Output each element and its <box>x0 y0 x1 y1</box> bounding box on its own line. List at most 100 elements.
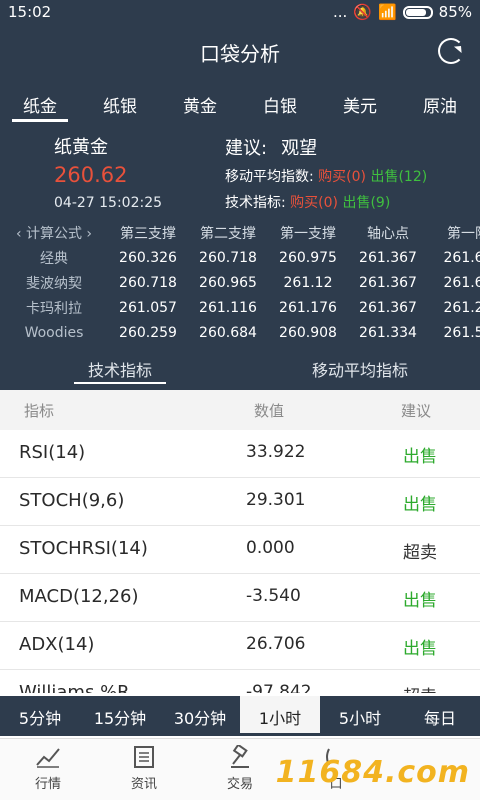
pivot-cell: 261.62 <box>443 249 480 266</box>
pivot-cell: 261.61 <box>443 274 480 291</box>
indicator-name: STOCH(9,6) <box>19 490 125 511</box>
period-1hour[interactable]: 1小时 <box>240 696 320 736</box>
pivot-row: 卡玛利拉 261.057 261.116 261.176 261.367 261… <box>0 295 480 320</box>
list-item[interactable]: RSI(14) 33.922 出售 <box>0 430 480 478</box>
nav-market-label: 行情 <box>34 777 61 792</box>
tab-technical[interactable]: 技术指标 <box>0 350 240 386</box>
status-time: 15:02 <box>8 3 52 21</box>
nav-trade-label: 交易 <box>226 777 253 792</box>
nav-market[interactable]: 行情 <box>0 739 96 800</box>
ma-summary: 移动平均指数: 购买(0) 出售(12) <box>225 166 427 186</box>
pivot-row: Woodies 260.259 260.684 260.908 261.334 … <box>0 320 480 345</box>
chart-line-icon <box>36 748 60 768</box>
nav-trade[interactable]: 交易 <box>192 739 288 800</box>
advice: 建议: 观望 <box>225 134 317 160</box>
pivot-cell: 261.29 <box>443 299 480 316</box>
pivot-table: ‹ 计算公式 › 第三支撑 第二支撑 第一支撑 轴心点 第一阻 经典 260.3… <box>0 220 480 345</box>
col-advice: 建议 <box>401 402 432 420</box>
pivot-cell: 260.684 <box>199 324 257 341</box>
pivot-cell: 261.367 <box>359 274 417 291</box>
watermark-logo: 11684.com <box>275 755 470 790</box>
col-value: 数值 <box>254 402 285 420</box>
pivot-row-label: 斐波纳契 <box>26 275 82 292</box>
tab-paper-silver[interactable]: 纸银 <box>80 86 160 122</box>
advice-label: 建议: <box>225 138 268 159</box>
formula-selector[interactable]: ‹ 计算公式 › <box>0 223 108 243</box>
header-panel: 15:02 ... 🔕 📶 85% 口袋分析 纸金 纸银 黄金 白银 美元 原油… <box>0 0 480 390</box>
list-item[interactable]: ADX(14) 26.706 出售 <box>0 622 480 670</box>
pivot-cell: 260.965 <box>199 274 257 291</box>
tab-crude[interactable]: 原油 <box>400 86 480 122</box>
page-title: 口袋分析 <box>200 42 280 66</box>
newspaper-icon <box>134 746 154 768</box>
pivot-col-header: 第二支撑 <box>200 225 256 242</box>
indicator-advice: 超卖 <box>403 543 437 563</box>
pivot-row-label: 经典 <box>40 250 68 267</box>
ma-buy: 购买(0) <box>318 169 367 185</box>
tech-sell: 出售(9) <box>342 195 391 211</box>
pivot-cell: 261.367 <box>359 299 417 316</box>
indicator-advice: 超卖 <box>403 682 437 693</box>
wifi-icon: 📶 <box>377 3 397 21</box>
pivot-cell: 261.334 <box>359 324 417 341</box>
indicator-list[interactable]: RSI(14) 33.922 出售 STOCH(9,6) 29.301 出售 S… <box>0 430 480 693</box>
list-item[interactable]: STOCHRSI(14) 0.000 超卖 <box>0 526 480 574</box>
pivot-row: 经典 260.326 260.718 260.975 261.367 261.6… <box>0 245 480 270</box>
pivot-cell: 261.116 <box>199 299 257 316</box>
advice-value: 观望 <box>281 138 318 159</box>
instrument-name: 纸黄金 <box>54 137 108 158</box>
tab-usd[interactable]: 美元 <box>320 86 400 122</box>
status-bar: 15:02 ... 🔕 📶 85% <box>0 0 480 26</box>
indicator-name: Williams %R <box>19 682 130 693</box>
ma-sell: 出售(12) <box>370 169 428 185</box>
indicator-value: 0.000 <box>246 538 295 558</box>
period-5min[interactable]: 5分钟 <box>0 696 80 736</box>
indicator-value: 26.706 <box>246 634 306 654</box>
period-15min[interactable]: 15分钟 <box>80 696 160 736</box>
mute-icon: 🔕 <box>353 3 372 21</box>
indicator-name: ADX(14) <box>19 634 95 655</box>
indicator-advice: 出售 <box>403 591 437 611</box>
more-dots-icon: ... <box>332 3 348 21</box>
period-daily[interactable]: 每日 <box>400 696 480 736</box>
pivot-cell: 261.55 <box>443 324 480 341</box>
gavel-icon <box>231 745 249 768</box>
pivot-row-label: Woodies <box>24 324 84 341</box>
tab-silver[interactable]: 白银 <box>240 86 320 122</box>
pivot-col-header: 轴心点 <box>367 225 409 242</box>
pivot-header: ‹ 计算公式 › 第三支撑 第二支撑 第一支撑 轴心点 第一阻 <box>0 220 480 245</box>
period-selector: 5分钟 15分钟 30分钟 1小时 5小时 每日 <box>0 696 480 736</box>
nav-news-label: 资讯 <box>130 777 157 792</box>
list-item[interactable]: MACD(12,26) -3.540 出售 <box>0 574 480 622</box>
pivot-cell: 261.057 <box>119 299 177 316</box>
period-30min[interactable]: 30分钟 <box>160 696 240 736</box>
indicator-name: MACD(12,26) <box>19 586 139 607</box>
indicator-value: 29.301 <box>246 490 306 510</box>
tech-label: 技术指标: <box>225 195 286 211</box>
nav-news[interactable]: 资讯 <box>96 739 192 800</box>
pivot-cell: 260.908 <box>279 324 337 341</box>
tab-paper-gold[interactable]: 纸金 <box>0 86 80 122</box>
indicator-advice: 出售 <box>403 447 437 467</box>
battery-percent: 85% <box>438 3 472 21</box>
pivot-cell: 261.12 <box>283 274 333 291</box>
indicator-name: RSI(14) <box>19 442 86 463</box>
pivot-cell: 260.326 <box>119 249 177 266</box>
tab-moving-average[interactable]: 移动平均指标 <box>240 350 480 386</box>
pivot-cell: 261.176 <box>279 299 337 316</box>
period-5hour[interactable]: 5小时 <box>320 696 400 736</box>
pivot-col-header: 第一支撑 <box>280 225 336 242</box>
pivot-cell: 260.975 <box>279 249 337 266</box>
list-item[interactable]: Williams %R -97.842 超卖 <box>0 670 480 693</box>
refresh-icon[interactable] <box>438 38 464 64</box>
pivot-col-header: 第三支撑 <box>120 225 176 242</box>
list-item[interactable]: STOCH(9,6) 29.301 出售 <box>0 478 480 526</box>
pivot-cell: 260.259 <box>119 324 177 341</box>
tab-gold[interactable]: 黄金 <box>160 86 240 122</box>
indicator-advice: 出售 <box>403 495 437 515</box>
pivot-cell: 261.367 <box>359 249 417 266</box>
indicator-tabs: 技术指标 移动平均指标 <box>0 350 480 386</box>
list-header: 指标 数值 建议 <box>0 390 480 430</box>
tech-buy: 购买(0) <box>290 195 339 211</box>
ma-label: 移动平均指数: <box>225 169 314 185</box>
